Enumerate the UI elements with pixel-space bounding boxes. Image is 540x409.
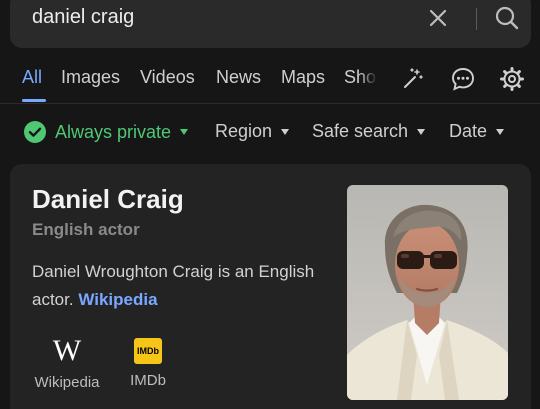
filter-bar: Always private Region Safe search Date: [0, 116, 540, 150]
search-divider: [476, 8, 477, 30]
safe-search-filter[interactable]: Safe search: [312, 121, 426, 142]
search-input[interactable]: daniel craig: [32, 6, 134, 29]
knowledge-panel-subtitle: English actor: [32, 220, 140, 239]
tab-all[interactable]: All: [22, 67, 42, 88]
privacy-filter[interactable]: Always private: [24, 121, 189, 143]
tab-news[interactable]: News: [216, 67, 261, 88]
search-tabs: All Images Videos News Maps Shopping: [0, 58, 540, 104]
date-filter-label: Date: [449, 121, 488, 141]
wikipedia-source-link[interactable]: Wikipedia: [78, 290, 157, 309]
imdb-icon: IMDb: [134, 338, 162, 364]
person-photo[interactable]: [347, 185, 508, 400]
chevron-down-icon: [180, 129, 189, 135]
knowledge-panel-description: Daniel Wroughton Craig is an English act…: [32, 258, 332, 314]
settings-icon[interactable]: [499, 66, 525, 92]
imdb-link-label: IMDb: [130, 372, 166, 389]
knowledge-panel: Daniel Craig English actor Daniel Wrough…: [10, 164, 531, 409]
imdb-link[interactable]: IMDb IMDb: [127, 336, 169, 389]
clear-icon[interactable]: [428, 8, 448, 28]
region-filter[interactable]: Region: [215, 121, 290, 142]
chat-icon[interactable]: [450, 66, 476, 92]
wikipedia-link[interactable]: W Wikipedia: [32, 334, 102, 392]
search-bar[interactable]: daniel craig: [10, 0, 531, 48]
chevron-down-icon: [496, 128, 505, 135]
tab-images[interactable]: Images: [61, 67, 120, 88]
wikipedia-link-label: Wikipedia: [34, 374, 100, 391]
date-filter[interactable]: Date: [449, 121, 505, 142]
privacy-filter-label: Always private: [55, 121, 172, 142]
active-tab-indicator: [22, 99, 46, 102]
chevron-down-icon: [417, 128, 426, 135]
tab-videos[interactable]: Videos: [140, 67, 195, 88]
search-icon[interactable]: [494, 5, 520, 31]
safe-search-filter-label: Safe search: [312, 121, 409, 141]
wikipedia-icon: W: [52, 334, 82, 367]
check-circle-icon: [24, 121, 46, 143]
chevron-down-icon: [281, 128, 290, 135]
knowledge-panel-title: Daniel Craig: [32, 184, 184, 214]
region-filter-label: Region: [215, 121, 273, 141]
magic-wand-icon[interactable]: [400, 66, 426, 92]
tab-maps[interactable]: Maps: [281, 67, 325, 88]
tab-shopping[interactable]: Shopping: [344, 67, 378, 88]
description-text: Daniel Wroughton Craig is an English act…: [32, 262, 315, 309]
tabs-divider: [0, 103, 540, 104]
